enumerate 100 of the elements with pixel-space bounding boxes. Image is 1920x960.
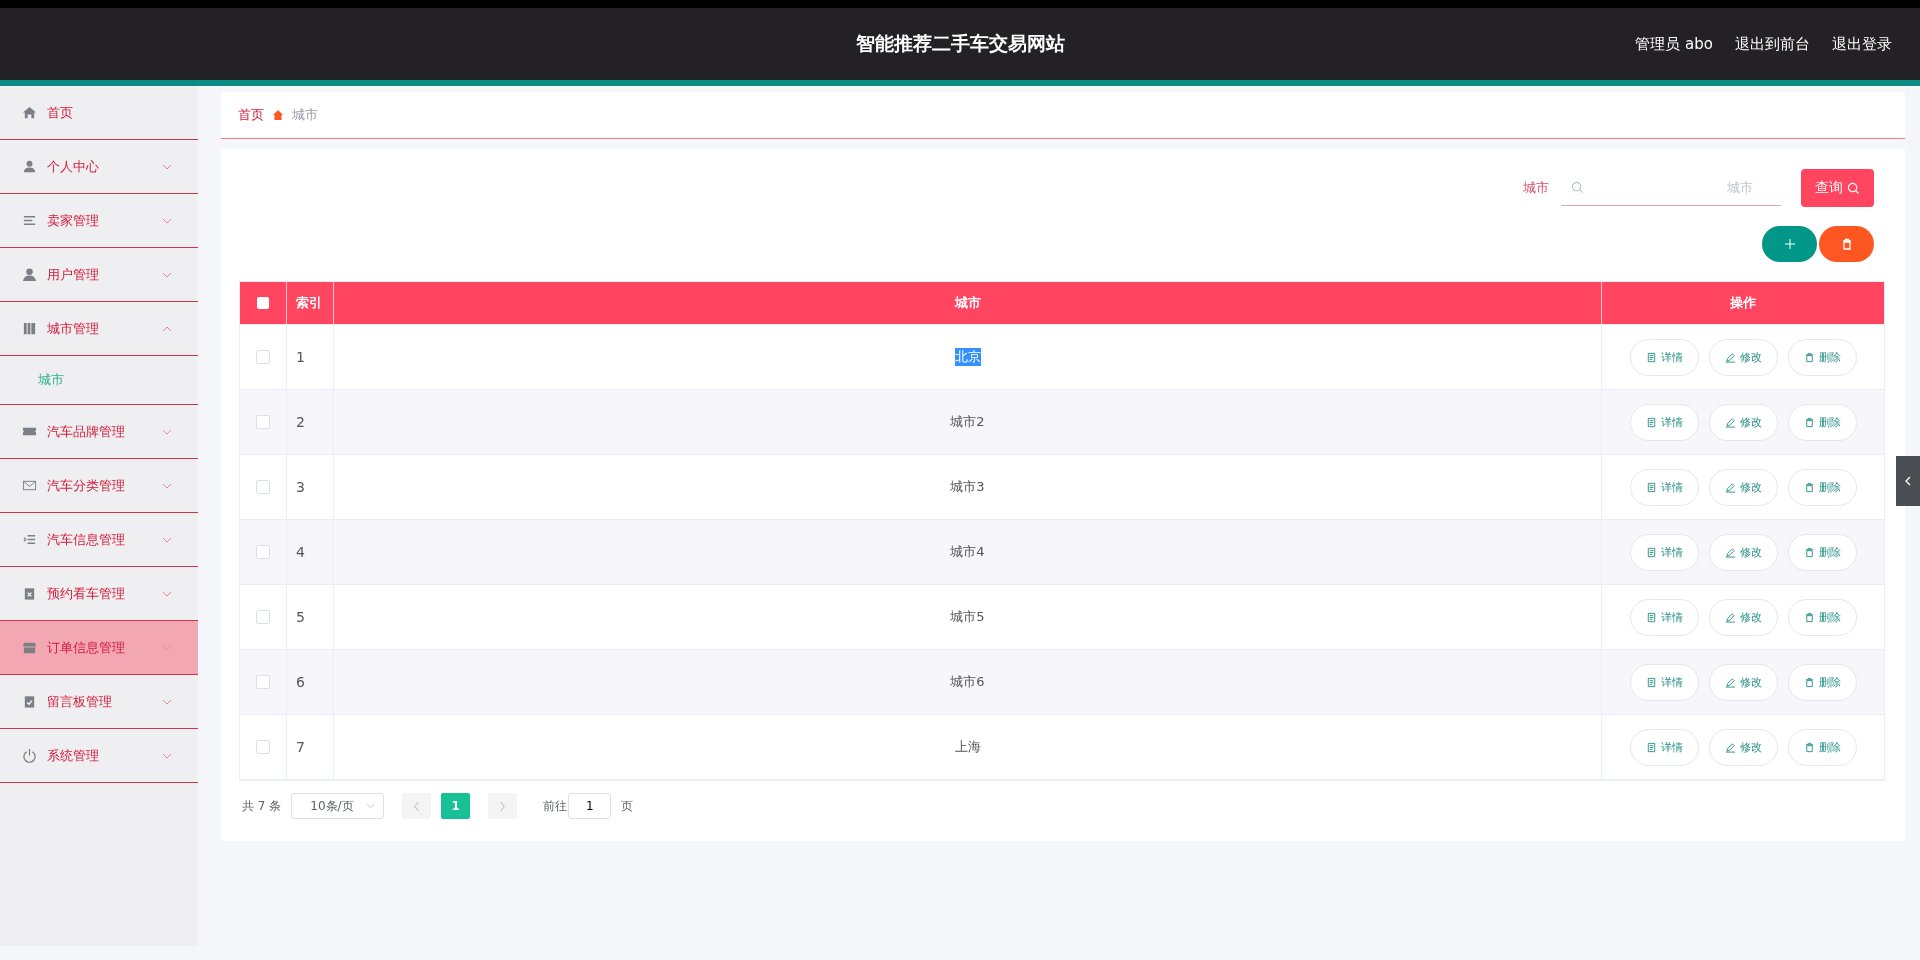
edit-button[interactable]: 修改: [1708, 598, 1778, 636]
search-icon: [1571, 181, 1584, 194]
add-button[interactable]: [1762, 226, 1817, 262]
menu-item[interactable]: 首页: [0, 86, 198, 140]
clipboard-icon: [22, 586, 37, 601]
breadcrumb-item[interactable]: 首页: [238, 106, 264, 124]
document-icon: [1645, 611, 1657, 623]
edit-button[interactable]: 修改: [1708, 403, 1778, 441]
pencil-icon: [1724, 741, 1736, 753]
menu-item[interactable]: 汽车品牌管理: [0, 405, 198, 459]
document-icon: [1645, 676, 1657, 688]
total-count: 共 7 条: [242, 797, 282, 815]
pencil-icon: [1724, 416, 1736, 428]
table-cell: 城市5: [950, 608, 985, 626]
breadcrumb-item[interactable]: 城市: [292, 106, 318, 124]
delete-button[interactable]: 删除: [1787, 728, 1857, 766]
menu-item[interactable]: 卖家管理: [0, 194, 198, 248]
column-header: 城市: [954, 294, 981, 312]
detail-button[interactable]: 详情: [1629, 403, 1699, 441]
detail-button[interactable]: 详情: [1629, 338, 1699, 376]
search-button[interactable]: 查询: [1801, 169, 1874, 207]
clipboard-check-icon: [22, 694, 37, 709]
row-checkbox[interactable]: [256, 610, 270, 624]
next-page-button[interactable]: [488, 793, 518, 819]
page-suffix: 页: [621, 797, 634, 815]
delete-button[interactable]: 删除: [1787, 468, 1857, 506]
header-link[interactable]: 退出登录: [1832, 34, 1892, 54]
trash-icon: [1803, 481, 1815, 493]
edit-button[interactable]: 修改: [1708, 663, 1778, 701]
power-icon: [22, 748, 37, 763]
delete-button[interactable]: 删除: [1787, 598, 1857, 636]
delete-button[interactable]: 删除: [1787, 403, 1857, 441]
pencil-icon: [1724, 611, 1736, 623]
table-cell: 1: [296, 349, 305, 365]
table-cell: 7: [296, 739, 305, 755]
row-checkbox[interactable]: [256, 740, 270, 754]
trash-icon: [1803, 416, 1815, 428]
delete-button[interactable]: [1819, 226, 1874, 262]
edit-button[interactable]: 修改: [1708, 468, 1778, 506]
submenu-item[interactable]: 城市: [0, 356, 198, 405]
plus-icon: [1783, 238, 1796, 250]
trash-icon: [1803, 741, 1815, 753]
goto-label: 前往: [543, 797, 568, 815]
row-checkbox[interactable]: [256, 350, 270, 364]
edit-button[interactable]: 修改: [1708, 533, 1778, 571]
menu-label: 订单信息管理: [47, 638, 126, 657]
table-cell: 2: [296, 414, 305, 430]
page-input[interactable]: 1: [568, 793, 612, 819]
pencil-icon: [1724, 481, 1736, 493]
books-icon: [22, 321, 37, 336]
search-icon: [1847, 181, 1860, 195]
detail-button[interactable]: 详情: [1629, 598, 1699, 636]
detail-button[interactable]: 详情: [1629, 533, 1699, 571]
document-icon: [1645, 546, 1657, 558]
select-all-checkbox[interactable]: [257, 297, 269, 309]
list-icon: [22, 532, 37, 547]
delete-button[interactable]: 删除: [1787, 663, 1857, 701]
house-icon: [272, 109, 284, 121]
table-cell: 城市6: [950, 673, 985, 691]
header-link[interactable]: 退出到前台: [1735, 34, 1810, 54]
detail-button[interactable]: 详情: [1629, 468, 1699, 506]
chevron-icon: [366, 803, 376, 809]
page-size-select[interactable]: 10条/页: [291, 793, 385, 819]
table-cell: 5: [296, 609, 305, 625]
chevron-right-icon: [499, 800, 507, 812]
menu-item[interactable]: 系统管理: [0, 729, 198, 783]
person-icon: [22, 159, 37, 174]
delete-button[interactable]: 删除: [1787, 338, 1857, 376]
detail-button[interactable]: 详情: [1629, 728, 1699, 766]
menu-item[interactable]: 留言板管理: [0, 675, 198, 729]
chevron-left-icon: [413, 800, 421, 812]
table-cell: 城市3: [950, 478, 985, 496]
row-checkbox[interactable]: [256, 545, 270, 559]
edit-button[interactable]: 修改: [1708, 338, 1778, 376]
menu-item[interactable]: 个人中心: [0, 140, 198, 194]
detail-button[interactable]: 详情: [1629, 663, 1699, 701]
menu-label: 个人中心: [47, 157, 100, 176]
table-cell: 6: [296, 674, 305, 690]
envelope-icon: [22, 478, 37, 493]
menu-item[interactable]: 订单信息管理: [0, 621, 198, 675]
document-icon: [1645, 351, 1657, 363]
row-checkbox[interactable]: [256, 480, 270, 494]
previous-page-button[interactable]: [402, 793, 432, 819]
search-label: 城市: [1523, 179, 1549, 197]
edit-button[interactable]: 修改: [1708, 728, 1778, 766]
collapse-tab[interactable]: [1896, 456, 1920, 506]
menu-item[interactable]: 汽车分类管理: [0, 459, 198, 513]
menu-item[interactable]: 城市管理: [0, 302, 198, 356]
header-link[interactable]: 管理员 abo: [1635, 34, 1713, 54]
search-field[interactable]: 城市: [1561, 170, 1781, 206]
document-icon: [1645, 741, 1657, 753]
menu-label: 卖家管理: [47, 211, 100, 230]
site-title: 智能推荐二手车交易网站: [855, 31, 1065, 56]
row-checkbox[interactable]: [256, 675, 270, 689]
table-cell: 上海: [954, 738, 981, 756]
menu-item[interactable]: 用户管理: [0, 248, 198, 302]
page-button[interactable]: 1: [441, 793, 471, 819]
row-checkbox[interactable]: [256, 415, 270, 429]
menu-item[interactable]: 汽车信息管理: [0, 513, 198, 567]
delete-button[interactable]: 删除: [1787, 533, 1857, 571]
